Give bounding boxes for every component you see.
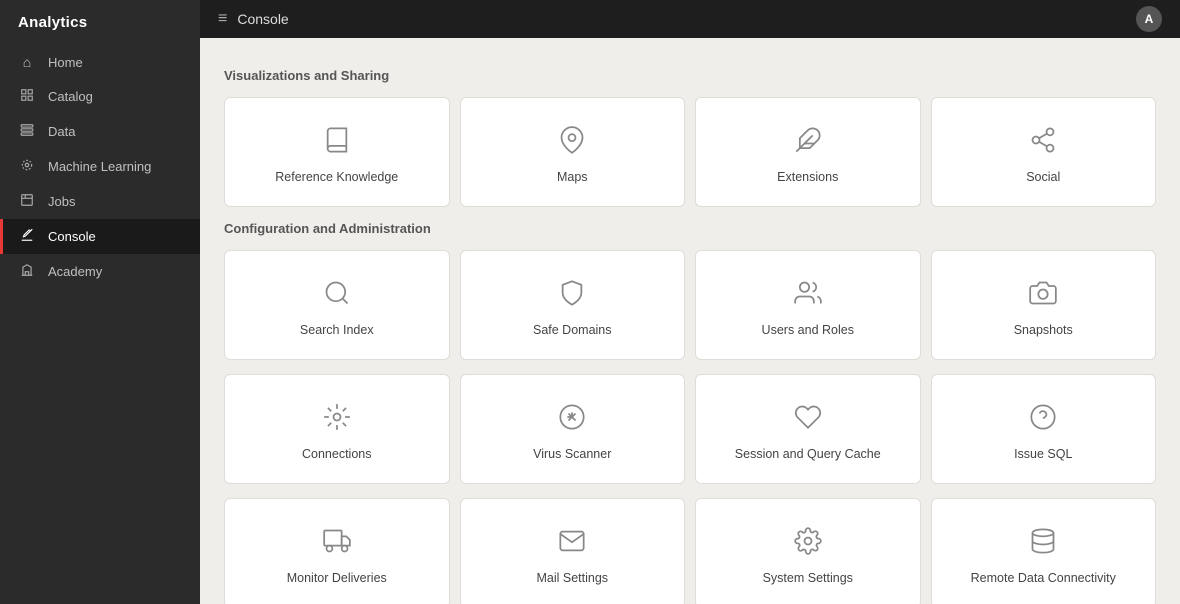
sidebar-item-machine-learning[interactable]: Machine Learning [0,149,200,184]
card-label: Users and Roles [762,323,854,337]
sidebar: Analytics ⌂ Home Catalog Data Machine Le… [0,0,200,604]
card-reference-knowledge[interactable]: Reference Knowledge [224,97,450,207]
card-label: Issue SQL [1014,447,1072,461]
card-label: Search Index [300,323,374,337]
snapshots-icon [1029,279,1057,311]
card-label: Social [1026,170,1060,184]
card-grid-config-row1: Search Index Safe Domains [224,250,1156,360]
card-virus-scanner[interactable]: Virus Scanner [460,374,686,484]
social-icon [1029,126,1057,158]
jobs-icon [18,193,36,210]
academy-icon [18,263,36,280]
card-extensions[interactable]: Extensions [695,97,921,207]
card-snapshots[interactable]: Snapshots [931,250,1157,360]
mail-settings-icon [558,527,586,559]
sidebar-item-label: Console [48,229,96,244]
app-title: Analytics [0,0,200,45]
reference-knowledge-icon [323,126,351,158]
sidebar-item-label: Home [48,55,83,70]
card-grid-visualizations: Reference Knowledge Maps [224,97,1156,207]
sidebar-item-label: Academy [48,264,102,279]
catalog-icon [18,88,36,105]
card-social[interactable]: Social [931,97,1157,207]
sidebar-item-label: Data [48,124,75,139]
card-label: Mail Settings [536,571,608,585]
sidebar-item-label: Machine Learning [48,159,151,174]
console-icon [18,228,36,245]
topbar-left: ≡ Console [218,10,289,28]
card-monitor-deliveries[interactable]: Monitor Deliveries [224,498,450,604]
sidebar-item-console[interactable]: Console [0,219,200,254]
card-label: Virus Scanner [533,447,611,461]
card-system-settings[interactable]: System Settings [695,498,921,604]
sidebar-item-data[interactable]: Data [0,114,200,149]
card-label: Maps [557,170,588,184]
card-users-and-roles[interactable]: Users and Roles [695,250,921,360]
card-label: Connections [302,447,372,461]
card-search-index[interactable]: Search Index [224,250,450,360]
remote-data-connectivity-icon [1029,527,1057,559]
session-query-cache-icon [794,403,822,435]
card-label: Remote Data Connectivity [971,571,1116,585]
card-safe-domains[interactable]: Safe Domains [460,250,686,360]
extensions-icon [794,126,822,158]
virus-scanner-icon [558,403,586,435]
card-session-query-cache[interactable]: Session and Query Cache [695,374,921,484]
card-label: Extensions [777,170,838,184]
sidebar-item-catalog[interactable]: Catalog [0,79,200,114]
maps-icon [558,126,586,158]
connections-icon [323,403,351,435]
sidebar-item-jobs[interactable]: Jobs [0,184,200,219]
search-index-icon [323,279,351,311]
card-label: Monitor Deliveries [287,571,387,585]
section-title-visualizations: Visualizations and Sharing [224,68,1156,83]
sidebar-item-label: Jobs [48,194,75,209]
hamburger-icon[interactable]: ≡ [218,10,227,28]
machine-learning-icon [18,158,36,175]
card-label: Safe Domains [533,323,612,337]
sidebar-item-home[interactable]: ⌂ Home [0,45,200,79]
content-area: Visualizations and Sharing Reference Kno… [200,38,1180,604]
section-visualizations: Visualizations and Sharing Reference Kno… [224,68,1156,207]
sidebar-item-label: Catalog [48,89,93,104]
topbar-title: Console [237,11,288,27]
users-and-roles-icon [794,279,822,311]
card-label: Snapshots [1014,323,1073,337]
safe-domains-icon [558,279,586,311]
avatar[interactable]: A [1136,6,1162,32]
card-grid-config-row3: Monitor Deliveries Mail Settings [224,498,1156,604]
issue-sql-icon [1029,403,1057,435]
data-icon [18,123,36,140]
topbar: ≡ Console A [200,0,1180,38]
sidebar-item-academy[interactable]: Academy [0,254,200,289]
card-mail-settings[interactable]: Mail Settings [460,498,686,604]
card-grid-config-row2: Connections Virus Scanner [224,374,1156,484]
section-configuration: Configuration and Administration Search … [224,221,1156,604]
monitor-deliveries-icon [323,527,351,559]
card-label: System Settings [763,571,853,585]
main-area: ≡ Console A Visualizations and Sharing R… [200,0,1180,604]
card-label: Session and Query Cache [735,447,881,461]
card-issue-sql[interactable]: Issue SQL [931,374,1157,484]
card-connections[interactable]: Connections [224,374,450,484]
card-remote-data-connectivity[interactable]: Remote Data Connectivity [931,498,1157,604]
section-title-configuration: Configuration and Administration [224,221,1156,236]
home-icon: ⌂ [18,54,36,70]
card-label: Reference Knowledge [275,170,398,184]
card-maps[interactable]: Maps [460,97,686,207]
system-settings-icon [794,527,822,559]
